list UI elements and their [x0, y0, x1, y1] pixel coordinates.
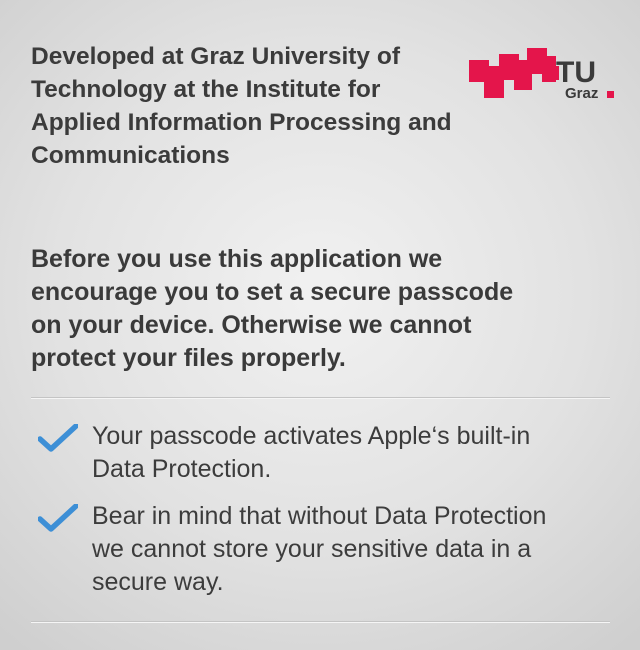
list-item-text: Bear in mind that without Data Protectio…: [92, 502, 547, 596]
developer-info-text: Developed at Graz University of Technolo…: [31, 43, 452, 169]
developer-info: Developed at Graz University of Technolo…: [31, 40, 471, 172]
divider-bottom: [31, 621, 610, 623]
logo-subtitle: Graz: [565, 85, 598, 102]
list-item: Your passcode activates Apple‘s built-in…: [31, 420, 610, 486]
list-item-text: Your passcode activates Apple‘s built-in…: [92, 422, 531, 483]
divider-top: [31, 397, 610, 399]
list-item: Bear in mind that without Data Protectio…: [31, 500, 610, 599]
checkmark-icon: [38, 424, 78, 452]
checkmark-icon: [38, 504, 78, 532]
recommendation-list: Your passcode activates Apple‘s built-in…: [31, 420, 610, 613]
tu-graz-logo: TU Graz: [469, 44, 614, 102]
tu-graz-logo-graphic: TU Graz: [469, 48, 614, 102]
passcode-notice: Before you use this application we encou…: [31, 245, 514, 372]
